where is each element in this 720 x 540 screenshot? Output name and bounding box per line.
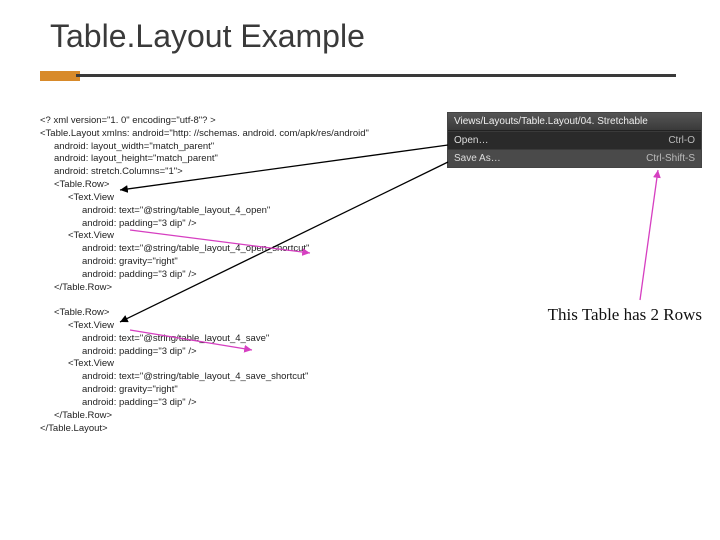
dialog-row-label: Open… xyxy=(454,135,488,146)
code-line: </Table.Layout> xyxy=(40,423,700,436)
code-line: android: padding="3 dip" /> xyxy=(40,269,700,282)
dialog-row-shortcut: Ctrl-Shift-S xyxy=(646,153,695,164)
code-line: <Text.View xyxy=(40,358,700,371)
code-line: android: gravity="right" xyxy=(40,384,700,397)
title-rule xyxy=(0,61,720,85)
code-line: android: padding="3 dip" /> xyxy=(40,346,700,359)
slide-title: Table.Layout Example xyxy=(50,18,680,55)
code-line: </Table.Row> xyxy=(40,282,700,295)
code-line: android: text="@string/table_layout_4_op… xyxy=(40,243,700,256)
dialog-row-label: Save As… xyxy=(454,153,501,164)
code-line: android: stretch.Columns="1"> xyxy=(40,166,700,179)
code-line: android: gravity="right" xyxy=(40,256,700,269)
dialog-row-shortcut: Ctrl-O xyxy=(668,135,695,146)
dialog-header: Views/Layouts/Table.Layout/04. Stretchab… xyxy=(448,113,701,131)
code-line: android: text="@string/table_layout_4_op… xyxy=(40,205,700,218)
code-line: android: padding="3 dip" /> xyxy=(40,218,700,231)
code-line: </Table.Row> xyxy=(40,410,700,423)
stretchable-dialog: Views/Layouts/Table.Layout/04. Stretchab… xyxy=(447,112,702,168)
code-line: android: text="@string/table_layout_4_sa… xyxy=(40,333,700,346)
code-line: <Table.Row> xyxy=(40,179,700,192)
dialog-row-open: Open… Ctrl-O xyxy=(448,131,701,149)
code-line: <Text.View xyxy=(40,192,700,205)
dialog-row-save: Save As… Ctrl-Shift-S xyxy=(448,149,701,167)
code-line: android: padding="3 dip" /> xyxy=(40,397,700,410)
code-line: <Text.View xyxy=(40,230,700,243)
code-line: android: text="@string/table_layout_4_sa… xyxy=(40,371,700,384)
accent-block xyxy=(40,71,80,81)
callout-text: This Table has 2 Rows xyxy=(548,305,702,325)
